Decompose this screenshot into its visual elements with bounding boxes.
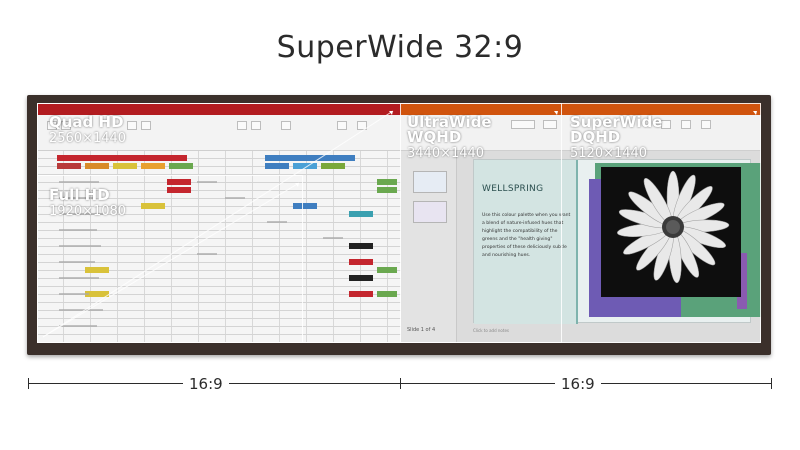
quad-hd-name: Quad HD — [49, 113, 124, 131]
left-ratio-label: 16:9 — [183, 375, 229, 393]
monitor-bezel: Slide 1 of 4 WELLSPRING Use this colour … — [27, 95, 771, 355]
quad-hd-resolution: 2560×1440 — [49, 131, 127, 146]
quad-hd-label: Quad HD 2560×1440 — [49, 113, 127, 146]
full-hd-resolution: 1920×1080 — [49, 204, 127, 219]
right-ratio-label: 16:9 — [555, 375, 601, 393]
aspect-ratio-ruler: 16:9 16:9 — [28, 375, 772, 395]
superwide-label: SuperWide DQHD 5120×1440 — [570, 115, 662, 161]
ultrawide-label: UltraWide WQHD 3440×1440 — [407, 115, 492, 161]
full-hd-label: Full HD 1920×1080 — [49, 186, 127, 219]
monitor-screen: Slide 1 of 4 WELLSPRING Use this colour … — [37, 103, 761, 343]
ultrawide-resolution: 3440×1440 — [407, 146, 485, 161]
ultrawide-subname: WQHD — [407, 128, 462, 146]
page-title: SuperWide 32:9 — [276, 30, 524, 65]
superwide-subname: DQHD — [570, 128, 621, 146]
full-hd-name: Full HD — [49, 186, 110, 204]
superwide-resolution: 5120×1440 — [570, 146, 648, 161]
ruler-tick — [771, 378, 772, 389]
